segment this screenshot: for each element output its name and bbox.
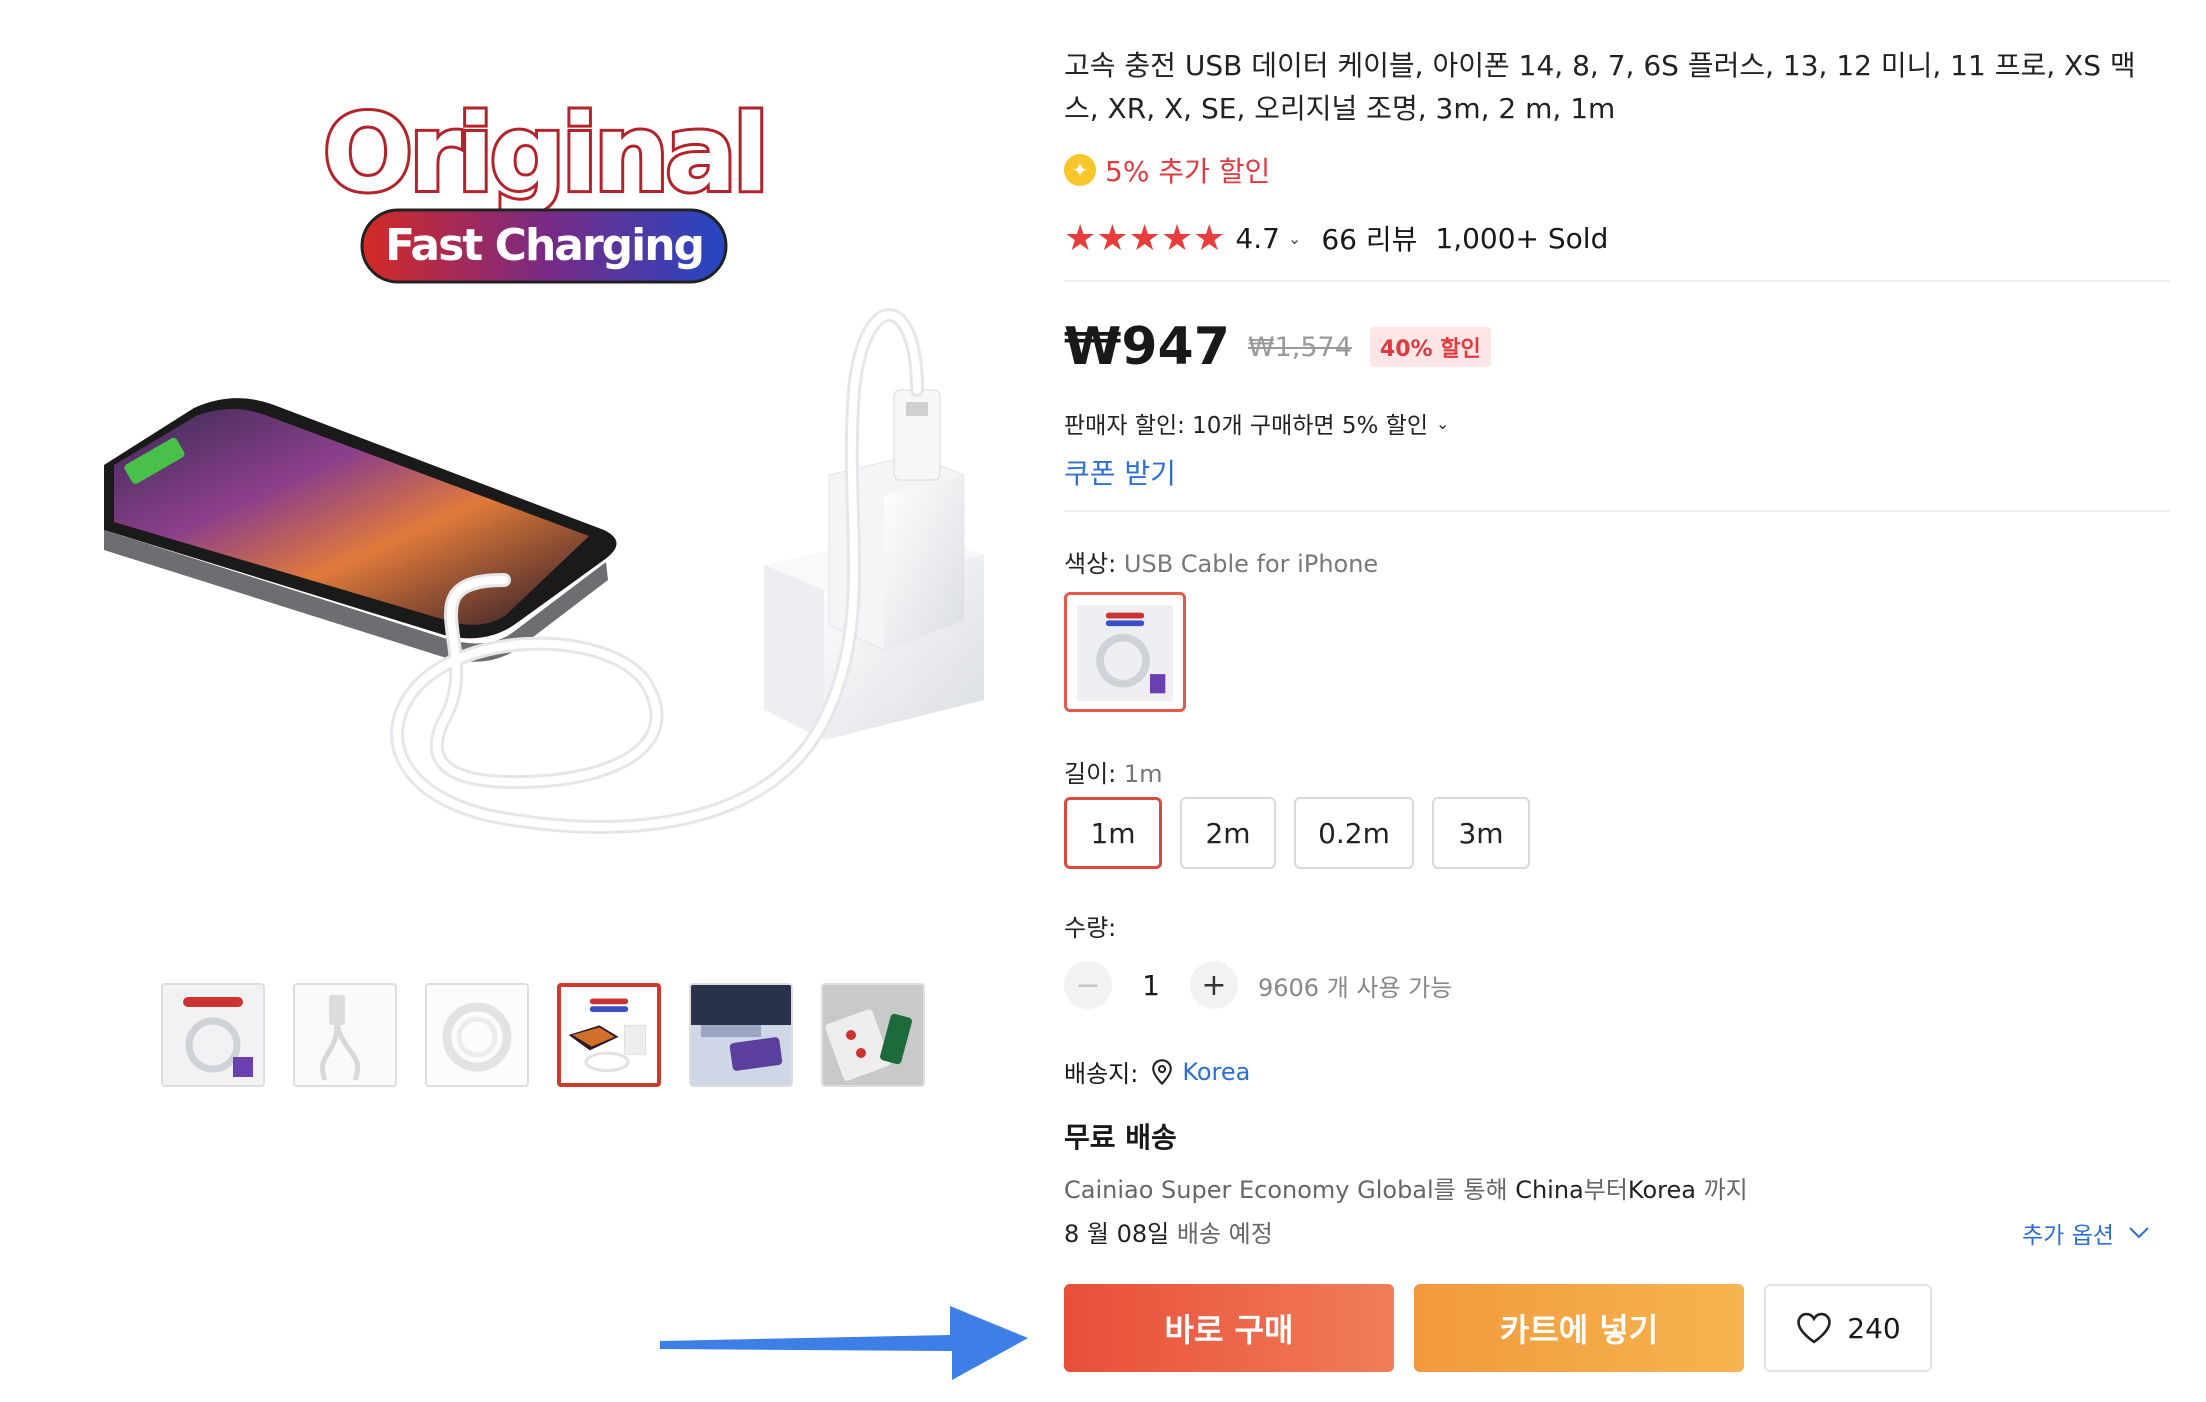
rating-row: ★★★★★ 4.7 ⌄ 66 리뷰 1,000+ Sold xyxy=(1064,216,1608,260)
product-photo-illustration: Original Fast Charging xyxy=(104,89,984,834)
ship-to-label: 배송지: xyxy=(1064,1060,1139,1088)
quantity-stepper: − 1 + 9606 개 사용 가능 xyxy=(1064,960,1452,1010)
current-price: ₩947 xyxy=(1064,317,1230,377)
seller-discount[interactable]: 판매자 할인: 10개 구매하면 5% 할인 ⌄ xyxy=(1064,406,1449,440)
add-to-cart-button[interactable]: 카트에 넣기 xyxy=(1414,1284,1744,1372)
length-option-0.2m[interactable]: 0.2m xyxy=(1294,797,1414,869)
thumbnail-image xyxy=(295,985,395,1085)
wishlist-button[interactable]: 240 xyxy=(1764,1284,1932,1372)
thumbnail-5[interactable] xyxy=(689,983,793,1087)
seller-discount-text: 판매자 할인: 10개 구매하면 5% 할인 xyxy=(1064,413,1428,439)
heart-icon xyxy=(1797,1312,1832,1344)
chevron-down-icon xyxy=(2129,1227,2149,1239)
star-rating-icon: ★★★★★ xyxy=(1064,217,1226,259)
chevron-down-icon: ⌄ xyxy=(1435,413,1450,433)
coin-icon: ✦ xyxy=(1064,154,1096,186)
delivery-estimate: 8 월 08일 배송 예정 xyxy=(1064,1214,1273,1249)
color-option-usb-cable[interactable] xyxy=(1064,592,1186,712)
price-row: ₩947 ₩1,574 40% 할인 xyxy=(1064,314,1491,380)
thumbnail-image xyxy=(561,987,657,1083)
length-option-1m[interactable]: 1m xyxy=(1064,797,1162,869)
more-options-link[interactable]: 추가 옵션 xyxy=(2022,1216,2150,1250)
thumbnail-3[interactable] xyxy=(425,983,529,1087)
thumbnail-2[interactable] xyxy=(293,983,397,1087)
divider xyxy=(1064,280,2170,282)
free-shipping-heading: 무료 배송 xyxy=(1064,1121,1177,1154)
shipping-route: Cainiao Super Economy Global를 통해 China부터… xyxy=(1064,1170,1748,1205)
length-label: 길이: xyxy=(1064,760,1117,788)
color-label-row: 색상: USB Cable for iPhone xyxy=(1064,544,1378,579)
length-option-2m[interactable]: 2m xyxy=(1180,797,1276,869)
sold-count: 1,000+ Sold xyxy=(1435,221,1609,255)
length-label-row: 길이: 1m xyxy=(1064,754,1163,789)
extra-discount-promo[interactable]: ✦ 5% 추가 할인 xyxy=(1064,150,1270,190)
quantity-label: 수량: xyxy=(1064,914,1117,942)
thumbnail-image xyxy=(691,985,791,1085)
shipping-mid-text: 부터 xyxy=(1583,1176,1628,1204)
wall-charger-illustration xyxy=(764,389,984,740)
divider xyxy=(1064,510,2170,512)
ship-to: Korea xyxy=(1627,1176,1696,1204)
delivery-date: 8 월 08일 xyxy=(1064,1220,1170,1248)
chevron-down-icon[interactable]: ⌄ xyxy=(1288,229,1301,248)
rating-value[interactable]: 4.7 xyxy=(1235,222,1280,255)
arrow-right-icon xyxy=(660,1306,1028,1380)
get-coupon-link[interactable]: 쿠폰 받기 xyxy=(1064,452,1176,492)
review-count[interactable]: 66 리뷰 xyxy=(1321,218,1417,258)
logo-text-fast-charging: Fast Charging xyxy=(385,220,703,271)
promo-text: 5% 추가 할인 xyxy=(1105,155,1271,188)
thumbnail-image xyxy=(163,985,263,1085)
available-stock: 9606 개 사용 가능 xyxy=(1258,973,1453,1002)
location-pin-icon xyxy=(1152,1058,1173,1085)
color-option-image xyxy=(1077,605,1173,701)
discount-badge: 40% 할인 xyxy=(1369,327,1491,367)
product-title: 고속 충전 USB 데이터 케이블, 아이폰 14, 8, 7, 6S 플러스,… xyxy=(1064,49,2136,125)
logo-text-original: Original xyxy=(323,92,765,215)
phone-illustration xyxy=(104,398,617,662)
shipping-carrier-text: Cainiao Super Economy Global를 통해 xyxy=(1064,1176,1516,1204)
thumbnail-6[interactable] xyxy=(821,983,925,1087)
thumbnail-image xyxy=(823,985,923,1085)
length-option-3m[interactable]: 3m xyxy=(1432,797,1530,869)
buy-now-button[interactable]: 바로 구매 xyxy=(1064,1284,1394,1372)
quantity-value[interactable]: 1 xyxy=(1112,969,1190,1002)
thumbnail-1[interactable] xyxy=(161,983,265,1087)
color-label: 색상: xyxy=(1064,550,1117,578)
thumbnail-image xyxy=(427,985,527,1085)
more-options-label: 추가 옵션 xyxy=(2022,1223,2114,1249)
thumbnail-4[interactable] xyxy=(557,983,661,1087)
product-main-image: Original Fast Charging xyxy=(84,60,1004,930)
quantity-minus-button[interactable]: − xyxy=(1064,961,1112,1009)
delivery-suffix: 배송 예정 xyxy=(1169,1220,1273,1248)
ship-from: China xyxy=(1515,1176,1584,1204)
original-price: ₩1,574 xyxy=(1247,331,1352,363)
wishlist-count: 240 xyxy=(1847,1311,1901,1345)
ship-to-row: 배송지: Korea xyxy=(1064,1054,1250,1089)
quantity-plus-button[interactable]: + xyxy=(1190,961,1238,1009)
shipping-post-text: 까지 xyxy=(1695,1176,1748,1204)
ship-to-location[interactable]: Korea xyxy=(1182,1058,1250,1086)
length-value: 1m xyxy=(1123,760,1163,788)
color-value: USB Cable for iPhone xyxy=(1123,550,1379,578)
